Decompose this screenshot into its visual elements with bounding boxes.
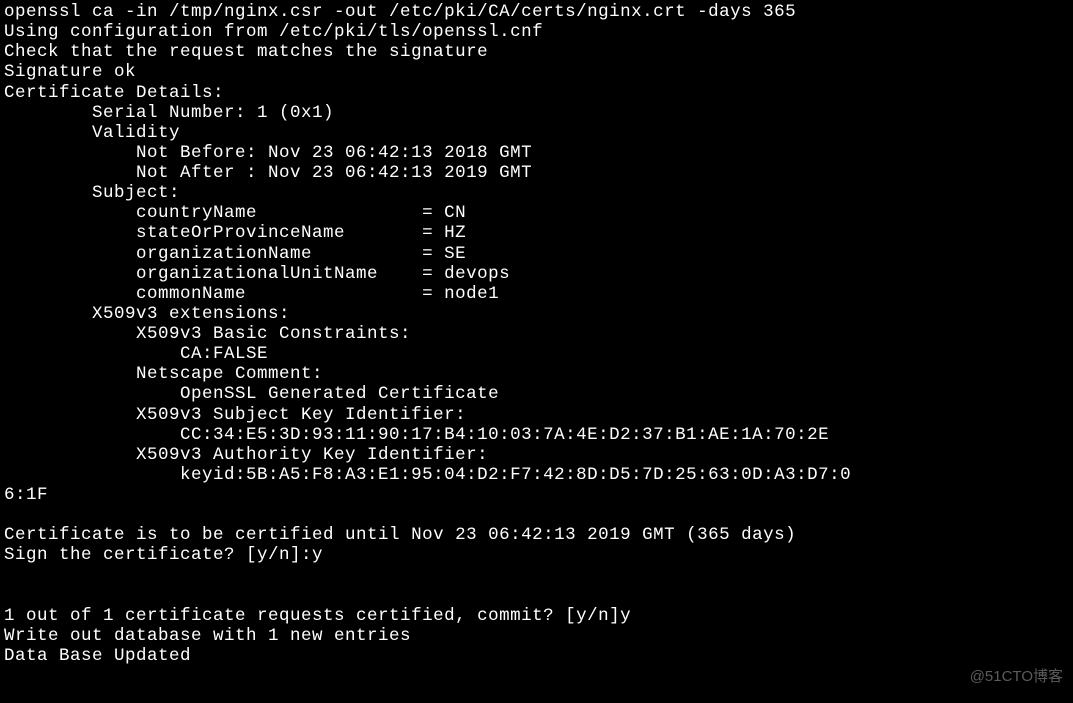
subject-org: organizationName = SE [4,244,466,264]
validity-header: Validity [4,123,180,143]
ca-false: CA:FALSE [4,344,268,364]
x509-subject-key-id: X509v3 Subject Key Identifier: [4,405,477,425]
x509-basic-constraints: X509v3 Basic Constraints: [4,324,422,344]
netscape-value: OpenSSL Generated Certificate [4,384,499,404]
watermark-text: @51CTO博客 [970,668,1063,685]
subject-ou: organizationalUnitName = devops [4,264,510,284]
not-after: Not After : Nov 23 06:42:13 2019 GMT [4,163,532,183]
db-updated: Data Base Updated [4,646,191,666]
signature-ok: Signature ok [4,62,136,82]
subject-country: countryName = CN [4,203,466,223]
subject-state: stateOrProvinceName = HZ [4,223,466,243]
not-before: Not Before: Nov 23 06:42:13 2018 GMT [4,143,532,163]
netscape-comment: Netscape Comment: [4,364,334,384]
command-line: openssl ca -in /tmp/nginx.csr -out /etc/… [4,2,796,22]
sign-prompt: Sign the certificate? [y/n]:y [4,545,323,565]
authority-key-id-value: keyid:5B:A5:F8:A3:E1:95:04:D2:F7:42:8D:D… [4,465,851,485]
subject-cn: commonName = node1 [4,284,499,304]
terminal-output[interactable]: openssl ca -in /tmp/nginx.csr -out /etc/… [0,0,1073,668]
check-line: Check that the request matches the signa… [4,42,488,62]
subject-header: Subject: [4,183,180,203]
write-out: Write out database with 1 new entries [4,626,411,646]
config-line: Using configuration from /etc/pki/tls/op… [4,22,543,42]
subject-key-id-value: CC:34:E5:3D:93:11:90:17:B4:10:03:7A:4E:D… [4,425,829,445]
x509-authority-key-id: X509v3 Authority Key Identifier: [4,445,499,465]
cert-details-header: Certificate Details: [4,83,224,103]
authority-key-id-wrap: 6:1F [4,485,48,505]
commit-prompt: 1 out of 1 certificate requests certifie… [4,606,631,626]
certified-until: Certificate is to be certified until Nov… [4,525,796,545]
serial-number: Serial Number: 1 (0x1) [4,103,334,123]
x509-extensions: X509v3 extensions: [4,304,290,324]
